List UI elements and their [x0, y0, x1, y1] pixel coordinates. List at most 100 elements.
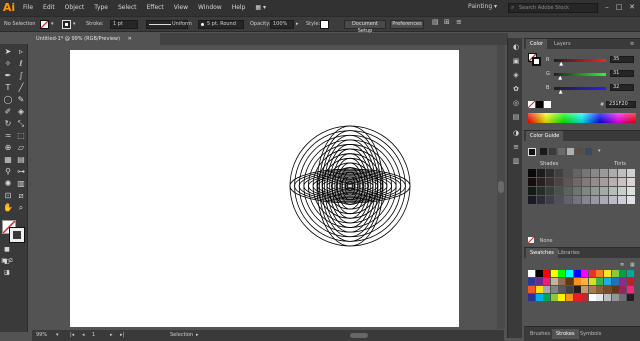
color-swatch[interactable] [588, 278, 596, 285]
guide-swatch[interactable] [537, 187, 545, 195]
swatch-grid[interactable] [528, 270, 636, 324]
color-swatch[interactable] [535, 294, 543, 301]
guide-swatch[interactable] [609, 187, 617, 195]
width-tool-icon[interactable]: ≍ [2, 130, 14, 141]
last-artboard-icon[interactable]: ▸| [120, 332, 124, 339]
menu-edit[interactable]: Edit [38, 0, 60, 16]
guide-swatch[interactable] [582, 169, 590, 177]
color-mode-icon[interactable]: ■ ▣ ⧄ [1, 244, 13, 264]
first-artboard-icon[interactable]: |◂ [70, 332, 74, 339]
free-transform-tool-icon[interactable]: ⬚ [15, 130, 27, 141]
fill-dropdown-icon[interactable]: ▾ [51, 20, 54, 28]
rotate-tool-icon[interactable]: ↻ [2, 118, 14, 129]
tab-libraries[interactable]: Libraries [554, 248, 584, 258]
stroke-swatch[interactable] [62, 20, 71, 29]
tab-color-guide[interactable]: Color Guide [526, 131, 564, 141]
layers-panel-icon[interactable]: ◈ [511, 70, 521, 80]
menu-window[interactable]: Window [193, 0, 227, 16]
harmony-swatch[interactable] [540, 148, 547, 155]
color-swatch[interactable] [543, 278, 551, 285]
transform-icon[interactable]: ⊞ [444, 18, 450, 26]
color-swatch[interactable] [581, 278, 589, 285]
search-stock-field[interactable]: ⌕ Search Adobe Stock [508, 3, 598, 13]
guide-swatch[interactable] [618, 196, 626, 204]
lasso-tool-icon[interactable]: ℓ [15, 58, 27, 69]
menu-type[interactable]: Type [89, 0, 113, 16]
perspective-grid-tool-icon[interactable]: ▱ [15, 142, 27, 153]
list-view-icon[interactable]: ≣ [620, 262, 624, 268]
color-swatch[interactable] [550, 294, 558, 301]
guide-swatch[interactable] [546, 178, 554, 186]
color-swatch[interactable] [588, 270, 596, 277]
color-swatch[interactable] [573, 270, 581, 277]
color-swatch[interactable] [573, 278, 581, 285]
brushes-panel-icon[interactable]: ✿ [511, 84, 521, 94]
color-guide-icon[interactable]: ▣ [511, 56, 521, 66]
preferences-button[interactable]: Preferences [390, 20, 424, 29]
color-panel-icon[interactable]: ◐ [511, 42, 521, 52]
selection-tool-icon[interactable]: ➤ [2, 46, 14, 57]
gradient-panel-icon[interactable]: ▥ [511, 156, 521, 166]
harmony-strip[interactable] [540, 148, 594, 156]
color-swatch[interactable] [535, 286, 543, 293]
color-swatch[interactable] [611, 286, 619, 293]
color-swatch[interactable] [566, 294, 573, 301]
guide-swatch[interactable] [627, 187, 635, 195]
color-swatch[interactable] [619, 286, 627, 293]
direct-selection-tool-icon[interactable]: ▹ [15, 46, 27, 57]
panel-menu-icon[interactable]: ≡ [630, 41, 634, 47]
color-swatch[interactable] [543, 270, 551, 277]
panel-stroke-swatch[interactable] [532, 57, 541, 66]
color-swatch[interactable] [596, 294, 604, 301]
color-swatch[interactable] [550, 270, 558, 277]
channel-r-thumb[interactable]: ▲ [559, 61, 563, 67]
tab-brushes[interactable]: Brushes [526, 329, 554, 339]
guide-swatch[interactable] [591, 196, 599, 204]
none-swatch[interactable] [528, 101, 535, 108]
color-swatch[interactable] [596, 270, 604, 277]
current-tool-status[interactable]: Selection [170, 332, 193, 339]
color-swatch[interactable] [581, 286, 589, 293]
guide-swatch[interactable] [528, 169, 536, 177]
color-swatch[interactable] [588, 286, 596, 293]
color-swatch[interactable] [573, 286, 581, 293]
guide-swatch[interactable] [600, 178, 608, 186]
variable-width-profile[interactable]: Uniform [146, 20, 192, 29]
harmony-swatch[interactable] [549, 148, 556, 155]
graphic-styles-icon[interactable]: ▤ [511, 112, 521, 122]
guide-swatch[interactable] [537, 178, 545, 186]
concentric-circle-artwork[interactable] [70, 50, 459, 327]
guide-swatch[interactable] [618, 187, 626, 195]
color-swatch[interactable] [528, 294, 535, 301]
color-swatch[interactable] [596, 286, 604, 293]
zoom-dropdown-icon[interactable]: ▾ [56, 332, 59, 339]
menu-select[interactable]: Select [113, 0, 142, 16]
guide-swatch[interactable] [591, 178, 599, 186]
guide-swatch[interactable] [573, 169, 581, 177]
channel-b-thumb[interactable]: ▲ [559, 89, 563, 95]
color-guide-grid[interactable] [528, 169, 636, 205]
maximize-button[interactable]: □ [614, 2, 624, 13]
guide-swatch[interactable] [591, 169, 599, 177]
guide-swatch[interactable] [528, 178, 536, 186]
guide-swatch[interactable] [627, 196, 635, 204]
white-swatch[interactable] [544, 101, 551, 108]
scrollbar-thumb[interactable] [498, 181, 504, 193]
guide-swatch[interactable] [618, 169, 626, 177]
line-tool-icon[interactable]: ╱ [15, 82, 27, 93]
artboard-number[interactable]: 1 [92, 332, 95, 339]
guide-swatch[interactable] [573, 178, 581, 186]
menu-options-icon[interactable]: ≡ [456, 18, 462, 26]
color-swatch[interactable] [619, 294, 627, 301]
harmony-dropdown-icon[interactable]: ▾ [598, 148, 601, 154]
artboard-tool-icon[interactable]: ⊡ [2, 190, 14, 201]
ellipse-tool-icon[interactable]: ◯ [2, 94, 14, 105]
menu-effect[interactable]: Effect [142, 0, 169, 16]
color-swatch[interactable] [611, 270, 619, 277]
color-swatch[interactable] [528, 278, 535, 285]
stroke-label[interactable]: Stroke: [86, 20, 104, 28]
color-swatch[interactable] [535, 278, 543, 285]
color-swatch[interactable] [535, 270, 543, 277]
guide-swatch[interactable] [555, 187, 563, 195]
mesh-tool-icon[interactable]: ▦ [2, 154, 14, 165]
